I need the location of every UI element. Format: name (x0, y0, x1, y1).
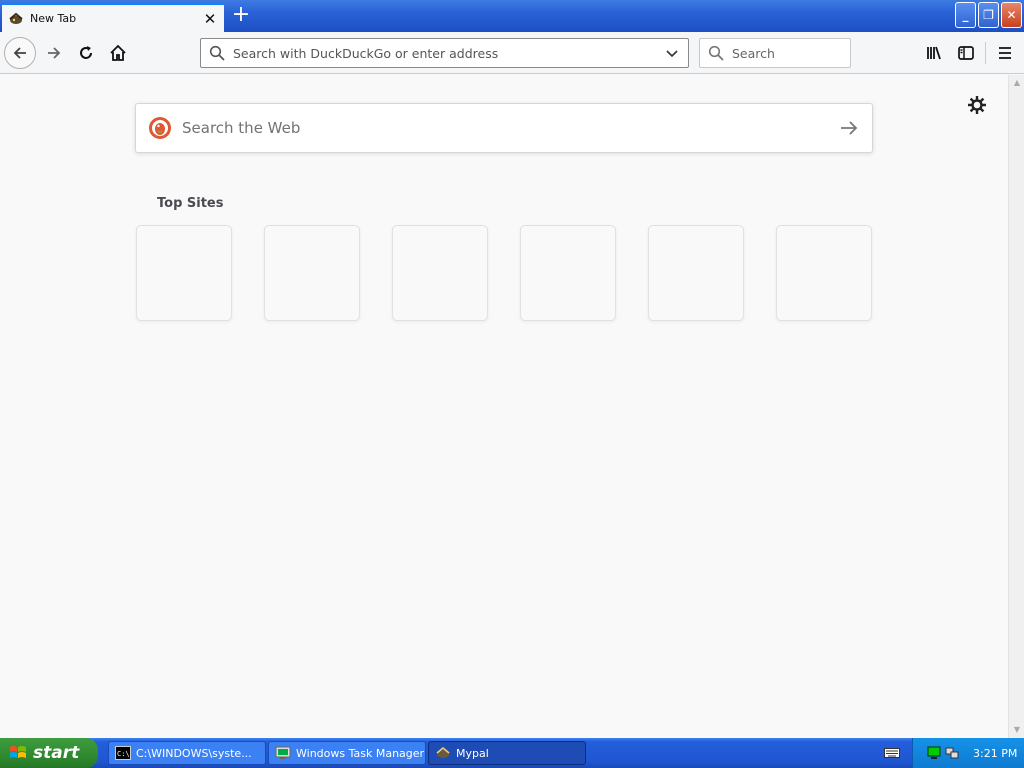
taskbar-item-mypal[interactable]: Mypal (428, 741, 586, 765)
windows-logo-icon (10, 746, 26, 758)
task-manager-icon (275, 746, 291, 759)
url-input[interactable] (233, 45, 664, 61)
top-site-tile[interactable] (776, 225, 872, 321)
web-search-input[interactable] (182, 119, 838, 137)
home-button[interactable] (102, 37, 134, 69)
vertical-scrollbar[interactable]: ▲ ▼ (1008, 75, 1024, 738)
library-icon (927, 46, 941, 60)
restore-button[interactable]: ❐ (978, 2, 999, 28)
taskbar: start C:\ C:\WINDOWS\syste... Windows Ta… (0, 738, 1024, 768)
minimize-button[interactable]: _ (955, 2, 976, 28)
tab-strip: New Tab ✕ + _ ❐ ✕ (0, 0, 1024, 32)
arrow-right-icon[interactable] (838, 117, 860, 139)
start-label: start (33, 743, 80, 763)
task-label: Mypal (456, 746, 489, 760)
menu-button[interactable] (991, 39, 1019, 67)
network-tray-icon[interactable] (945, 746, 959, 760)
search-icon (209, 45, 225, 61)
tab-new-tab[interactable]: New Tab ✕ (2, 3, 224, 32)
url-bar[interactable] (200, 38, 689, 68)
search-input[interactable] (732, 45, 842, 61)
reload-icon (80, 46, 92, 59)
new-tab-page: Top Sites (0, 75, 1008, 738)
keyboard-icon[interactable] (884, 746, 900, 760)
tab-title: New Tab (30, 12, 77, 25)
new-tab-button[interactable]: + (229, 4, 253, 28)
back-button[interactable] (4, 37, 36, 69)
sidebar-button[interactable] (952, 39, 980, 67)
start-button[interactable]: start (0, 738, 98, 768)
taskbar-item-task-manager[interactable]: Windows Task Manager (268, 741, 426, 765)
sidebar-icon (958, 46, 974, 60)
mypal-icon (436, 746, 450, 758)
tab-close-icon[interactable]: ✕ (202, 11, 218, 27)
home-icon (110, 44, 126, 61)
top-sites-grid (136, 225, 872, 321)
top-sites-title: Top Sites (157, 196, 224, 211)
taskbar-item-console[interactable]: C:\ C:\WINDOWS\syste... (108, 741, 266, 765)
toolbar-separator (985, 42, 986, 64)
library-button[interactable] (920, 39, 948, 67)
search-bar[interactable] (699, 38, 851, 68)
system-tray: 3:21 PM (912, 738, 1024, 768)
task-label: C:\WINDOWS\syste... (136, 746, 252, 760)
top-site-tile[interactable] (392, 225, 488, 321)
close-window-button[interactable]: ✕ (1001, 2, 1022, 28)
scroll-down-icon[interactable]: ▼ (1012, 725, 1022, 735)
hamburger-menu-icon (999, 47, 1011, 59)
gear-icon[interactable] (966, 94, 988, 116)
mypal-favicon-icon (9, 12, 23, 24)
svg-text:C:\: C:\ (117, 750, 130, 758)
forward-arrow-icon (48, 47, 61, 59)
console-icon: C:\ (115, 746, 131, 760)
clock: 3:21 PM (973, 746, 1018, 760)
window-controls: _ ❐ ✕ (955, 2, 1022, 28)
search-icon (708, 45, 724, 61)
scroll-up-icon[interactable]: ▲ (1012, 78, 1022, 88)
web-search-box[interactable] (135, 103, 873, 153)
top-site-tile[interactable] (136, 225, 232, 321)
forward-button[interactable] (38, 37, 70, 69)
back-arrow-icon (13, 47, 26, 59)
top-site-tile[interactable] (520, 225, 616, 321)
top-site-tile[interactable] (648, 225, 744, 321)
duckduckgo-logo-icon (149, 117, 171, 139)
reload-button[interactable] (70, 37, 102, 69)
top-site-tile[interactable] (264, 225, 360, 321)
nav-toolbar (0, 32, 1024, 74)
task-label: Windows Task Manager (296, 746, 425, 760)
monitor-tray-icon[interactable] (927, 746, 941, 760)
chevron-down-icon[interactable] (664, 45, 680, 61)
